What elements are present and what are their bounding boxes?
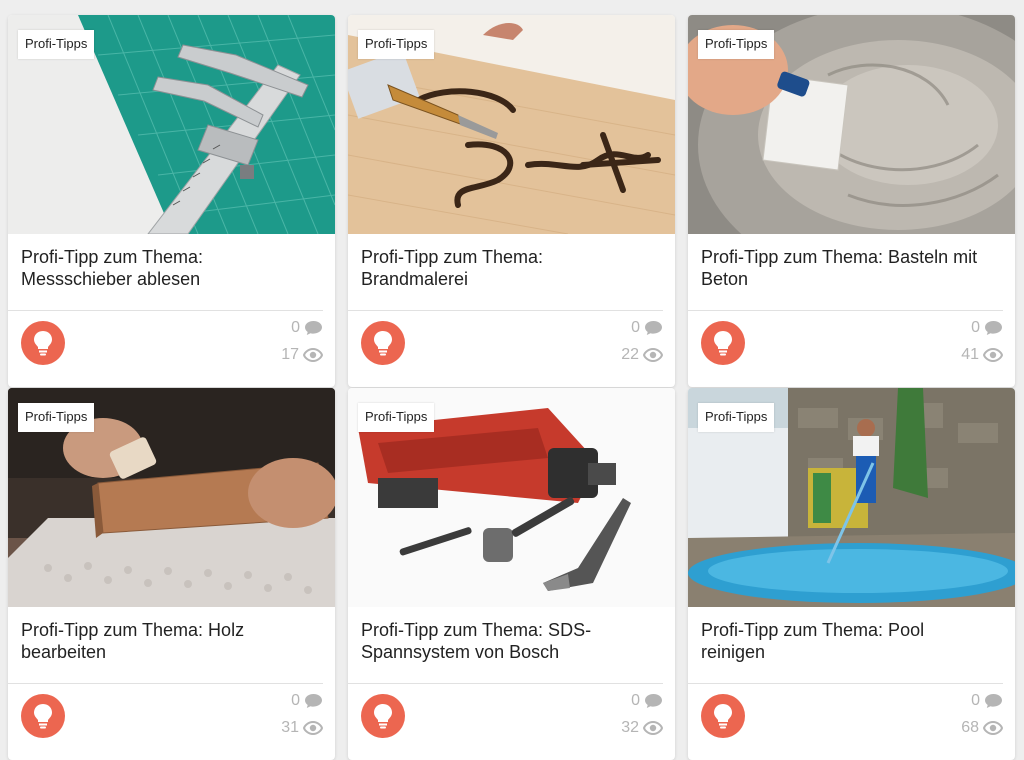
view-count-value: 41 [961, 346, 979, 363]
lightbulb-icon [21, 694, 65, 738]
view-count: 32 [621, 719, 663, 737]
comment-count: 0 [971, 692, 1003, 710]
view-count: 41 [961, 346, 1003, 364]
eye-icon [303, 348, 323, 362]
lightbulb-icon [361, 694, 405, 738]
comment-count-value: 0 [971, 319, 980, 336]
category-tag[interactable]: Profi-Tipps [358, 403, 435, 432]
speech-bubble-icon [305, 694, 322, 708]
speech-bubble-icon [985, 694, 1002, 708]
article-title[interactable]: Profi-Tipp zum Thema: Messschieber ables… [21, 246, 310, 290]
comment-count: 0 [631, 319, 663, 337]
category-tag[interactable]: Profi-Tipps [358, 30, 435, 59]
article-card[interactable]: Profi-Tipps Profi-Tipp zum Thema: Holz b… [8, 388, 335, 760]
view-count: 22 [621, 346, 663, 364]
comment-count: 0 [291, 319, 323, 337]
article-title[interactable]: Profi-Tipp zum Thema: SDS-Spannsystem vo… [361, 619, 650, 663]
eye-icon [643, 348, 663, 362]
article-image[interactable]: Profi-Tipps [8, 15, 335, 234]
speech-bubble-icon [985, 321, 1002, 335]
article-title[interactable]: Profi-Tipp zum Thema: Brandmalerei [361, 246, 650, 290]
view-count-value: 31 [281, 719, 299, 736]
lightbulb-icon [701, 321, 745, 365]
eye-icon [983, 348, 1003, 362]
category-tag[interactable]: Profi-Tipps [698, 30, 775, 59]
speech-bubble-icon [305, 321, 322, 335]
article-image[interactable]: Profi-Tipps [688, 15, 1015, 234]
comment-count-value: 0 [631, 319, 640, 336]
lightbulb-icon [701, 694, 745, 738]
article-image[interactable]: Profi-Tipps [348, 388, 675, 607]
category-tag[interactable]: Profi-Tipps [18, 30, 95, 59]
lightbulb-icon [21, 321, 65, 365]
view-count-value: 32 [621, 719, 639, 736]
article-image[interactable]: Profi-Tipps [8, 388, 335, 607]
article-title[interactable]: Profi-Tipp zum Thema: Holz bearbeiten [21, 619, 310, 663]
article-image[interactable]: Profi-Tipps [348, 15, 675, 234]
comment-count-value: 0 [971, 692, 980, 709]
comment-count: 0 [971, 319, 1003, 337]
eye-icon [643, 721, 663, 735]
article-image[interactable]: Profi-Tipps [688, 388, 1015, 607]
article-card[interactable]: Profi-Tipps Profi-Tipp zum Thema: Messsc… [8, 15, 335, 387]
speech-bubble-icon [645, 694, 662, 708]
eye-icon [303, 721, 323, 735]
comment-count: 0 [631, 692, 663, 710]
article-title[interactable]: Profi-Tipp zum Thema: Basteln mit Beton [701, 246, 990, 290]
view-count-value: 68 [961, 719, 979, 736]
comment-count: 0 [291, 692, 323, 710]
card-grid: Profi-Tipps Profi-Tipp zum Thema: Messsc… [0, 0, 1024, 760]
lightbulb-icon [361, 321, 405, 365]
category-tag[interactable]: Profi-Tipps [18, 403, 95, 432]
article-card[interactable]: Profi-Tipps Profi-Tipp zum Thema: Brandm… [348, 15, 675, 387]
article-title[interactable]: Profi-Tipp zum Thema: Pool reinigen [701, 619, 990, 663]
article-card[interactable]: Profi-Tipps Profi-Tipp zum Thema: Bastel… [688, 15, 1015, 387]
view-count: 31 [281, 719, 323, 737]
comment-count-value: 0 [291, 319, 300, 336]
category-tag[interactable]: Profi-Tipps [698, 403, 775, 432]
speech-bubble-icon [645, 321, 662, 335]
article-card[interactable]: Profi-Tipps Profi-Tipp zum Thema: SDS-Sp… [348, 388, 675, 760]
eye-icon [983, 721, 1003, 735]
comment-count-value: 0 [291, 692, 300, 709]
view-count: 68 [961, 719, 1003, 737]
view-count: 17 [281, 346, 323, 364]
article-card[interactable]: Profi-Tipps Profi-Tipp zum Thema: Pool r… [688, 388, 1015, 760]
view-count-value: 22 [621, 346, 639, 363]
view-count-value: 17 [281, 346, 299, 363]
comment-count-value: 0 [631, 692, 640, 709]
